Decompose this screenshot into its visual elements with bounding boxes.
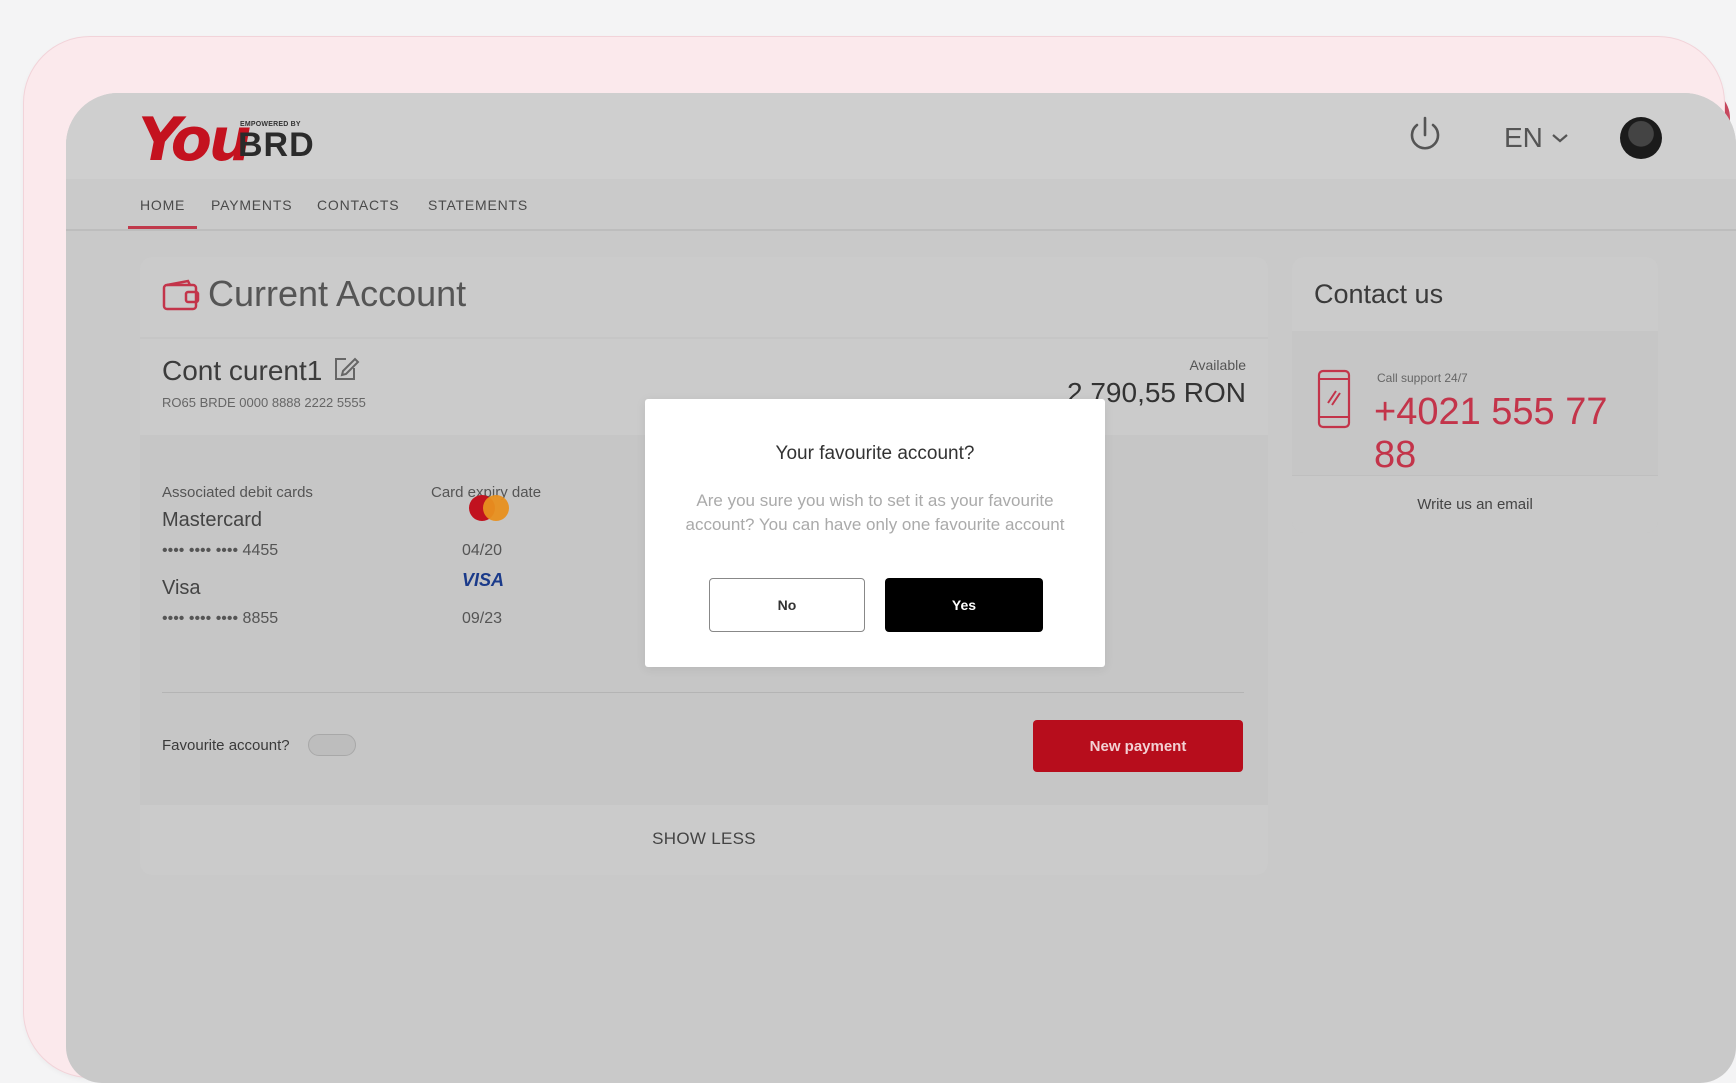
email-row: Write us an email	[1292, 475, 1658, 533]
contact-title: Contact us	[1314, 279, 1444, 309]
favourite-label: Favourite account?	[162, 737, 290, 754]
show-less-button[interactable]: SHOW LESS	[140, 829, 1268, 849]
logo-brd: BRD	[238, 126, 315, 164]
tab-payments[interactable]: PAYMENTS	[211, 197, 292, 213]
account-name: Cont curent1	[162, 355, 323, 386]
wallet-icon	[162, 279, 200, 311]
top-bar: You EMPOWERED BY BRD EN	[66, 93, 1736, 179]
contact-card: Contact us Call support 24/7 +4021 555 7…	[1292, 257, 1658, 533]
mastercard-icon	[469, 495, 509, 521]
support-phone-link[interactable]: +4021 555 77 88	[1374, 391, 1658, 477]
cards-header: Associated debit cards	[162, 484, 313, 501]
card-number-visa: •••• •••• •••• 8855	[162, 610, 279, 627]
language-code: EN	[1504, 122, 1543, 153]
main-nav: HOME PAYMENTS CONTACTS STATEMENTS	[66, 179, 1736, 231]
language-selector[interactable]: EN	[1504, 122, 1569, 154]
card-name-mastercard: Mastercard	[162, 509, 263, 531]
available-label: Available	[1189, 357, 1246, 373]
card-title: Current Account	[208, 273, 467, 314]
account-iban: RO65 BRDE 0000 8888 2222 5555	[162, 395, 366, 410]
card-header: Current Account	[140, 257, 1268, 337]
show-less-row: SHOW LESS	[140, 805, 1268, 875]
dialog-message: Are you sure you wish to set it as your …	[685, 491, 1065, 534]
favourite-toggle[interactable]	[308, 734, 356, 756]
card-expiry-mastercard: 04/20	[462, 542, 503, 559]
power-icon[interactable]	[1406, 115, 1444, 155]
tab-statements[interactable]: STATEMENTS	[428, 197, 528, 213]
new-payment-button[interactable]: New payment	[1033, 720, 1243, 772]
visa-icon: VISA	[462, 570, 505, 590]
card-number-mastercard: •••• •••• •••• 4455	[162, 542, 279, 559]
edit-icon[interactable]	[332, 355, 360, 383]
dialog-title: Your favourite account?	[775, 443, 975, 464]
avatar[interactable]	[1620, 117, 1662, 159]
yes-button[interactable]: Yes	[885, 578, 1043, 632]
divider	[162, 692, 1244, 693]
call-support-label: Call support 24/7	[1377, 371, 1468, 385]
tab-contacts[interactable]: CONTACTS	[317, 197, 399, 213]
phone-icon	[1317, 369, 1351, 429]
card-name-visa: Visa	[162, 577, 201, 599]
write-email-link[interactable]: Write us an email	[1292, 496, 1658, 513]
favourite-confirm-dialog: Your favourite account? Are you sure you…	[645, 399, 1105, 667]
no-button[interactable]: No	[709, 578, 865, 632]
tab-home[interactable]: HOME	[127, 197, 198, 229]
chevron-down-icon	[1552, 134, 1568, 143]
contact-header: Contact us	[1292, 257, 1658, 331]
logo-you[interactable]: You	[138, 105, 252, 175]
card-expiry-visa: 09/23	[462, 610, 503, 627]
